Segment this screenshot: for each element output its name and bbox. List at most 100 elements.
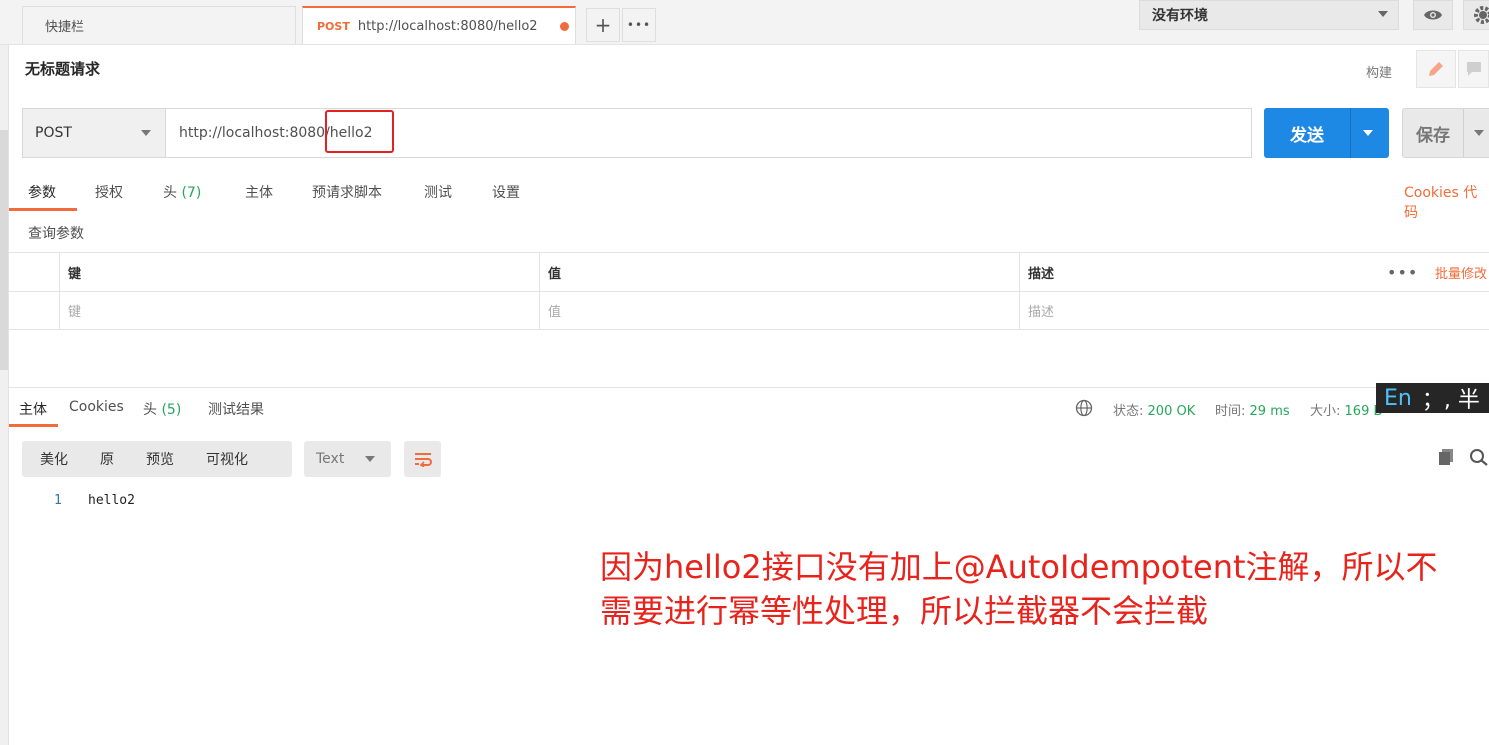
size-readout: 大小: 169 B [1310, 400, 1382, 419]
plus-icon: + [594, 13, 612, 37]
build-mode-label[interactable]: 构建 [1366, 62, 1392, 81]
time-readout: 时间: 29 ms [1215, 400, 1290, 419]
bulk-edit-link[interactable]: 批量修改 [1435, 253, 1487, 291]
headers-count: (7) [181, 185, 202, 201]
tab-url-label: http://localhost:8080/hello2 [357, 18, 538, 34]
tab-label: 测试结果 [208, 402, 264, 418]
cookies-code-link[interactable]: Cookies 代码 [1404, 182, 1489, 222]
column-value-header: 值 [539, 253, 1019, 291]
method-select[interactable]: POST [22, 108, 166, 158]
method-label: POST [35, 125, 72, 141]
build-mode-button[interactable] [1416, 50, 1456, 88]
wrap-icon [414, 453, 432, 467]
save-button[interactable]: 保存 [1402, 108, 1489, 158]
response-tab-headers[interactable]: 头 (5) [143, 399, 181, 419]
status-readout: 状态: 200 OK [1113, 400, 1195, 419]
table-header-row: 键 值 描述 ••• 批量修改 [9, 253, 1489, 292]
value-input[interactable]: 值 [539, 291, 1019, 329]
tab-label: 主体 [19, 402, 47, 418]
tab-quick-bar[interactable]: 快捷栏 [22, 6, 296, 44]
comments-button[interactable] [1458, 50, 1489, 88]
response-body-line: hello2 [88, 493, 135, 508]
eye-icon [1424, 10, 1442, 20]
environment-quick-look-button[interactable] [1413, 0, 1453, 30]
chevron-down-icon [365, 456, 375, 462]
view-mode-group: 美化 原 预览 可视化 [22, 441, 292, 477]
send-button[interactable]: 发送 [1264, 108, 1389, 158]
table-row: 键 值 描述 [9, 291, 1489, 330]
annotation-line-1: 因为hello2接口没有加上@AutoIdempotent注解，所以不 [600, 548, 1438, 586]
query-params-table: 键 值 描述 ••• 批量修改 键 值 描述 [9, 252, 1489, 331]
tab-label: 预请求脚本 [312, 185, 382, 201]
send-label: 发送 [1290, 125, 1324, 146]
globe-icon[interactable] [1075, 399, 1093, 421]
tab-headers[interactable]: 头 (7) [163, 182, 201, 202]
chevron-down-icon [141, 130, 151, 136]
query-params-heading: 查询参数 [28, 226, 84, 242]
scrollbar-thumb[interactable] [0, 130, 8, 370]
column-description-header: 描述 [1019, 253, 1375, 291]
view-preview-button[interactable]: 预览 [128, 449, 192, 469]
view-pretty-button[interactable]: 美化 [22, 449, 86, 469]
wrap-lines-button[interactable] [404, 441, 441, 477]
tab-authorization[interactable]: 授权 [95, 182, 123, 202]
tab-label: 头 [143, 402, 157, 418]
new-tab-button[interactable]: + [586, 8, 620, 42]
response-tab-body[interactable]: 主体 [19, 399, 47, 419]
tab-tests[interactable]: 测试 [424, 182, 452, 202]
tab-label: 参数 [28, 185, 56, 201]
pencil-icon [1429, 62, 1443, 76]
environment-select[interactable]: 没有环境 [1139, 0, 1399, 30]
more-dots-icon[interactable]: ••• [1387, 253, 1418, 291]
comment-icon [1466, 62, 1481, 76]
tab-label: Cookies [69, 399, 124, 415]
ime-status-bar[interactable]: En ；, 半 [1376, 383, 1489, 413]
time-label: 时间: [1215, 404, 1246, 419]
tab-active-request[interactable]: POST http://localhost:8080/hello2 [302, 6, 576, 44]
ime-language-label: En [1384, 385, 1412, 411]
status-label: 状态: [1113, 404, 1144, 419]
response-tab-test-results[interactable]: 测试结果 [208, 399, 264, 419]
chevron-down-icon[interactable] [1363, 130, 1373, 136]
format-label: Text [316, 451, 345, 467]
tab-pre-request-script[interactable]: 预请求脚本 [312, 182, 382, 202]
tab-label: 头 [163, 185, 177, 201]
tab-label: 授权 [95, 185, 123, 201]
size-label: 大小: [1310, 404, 1341, 419]
chevron-down-icon [1378, 11, 1388, 17]
save-label: 保存 [1416, 125, 1450, 146]
chevron-down-icon[interactable] [1474, 130, 1484, 136]
ime-mode-label: ；, 半 [1421, 388, 1480, 413]
tab-label: 主体 [245, 185, 273, 201]
search-icon[interactable] [1469, 448, 1489, 470]
status-value: 200 OK [1147, 404, 1196, 419]
annotation-line-2: 需要进行幂等性处理，所以拦截器不会拦截 [600, 592, 1209, 630]
column-key-header: 键 [59, 253, 539, 291]
left-scrollbar[interactable] [0, 0, 9, 745]
tab-more-button[interactable]: ••• [622, 8, 656, 42]
annotation-text: 因为hello2接口没有加上@AutoIdempotent注解，所以不 需要进行… [600, 545, 1480, 633]
key-input[interactable]: 键 [59, 291, 539, 329]
active-tab-indicator [9, 424, 58, 427]
tab-params[interactable]: 参数 [28, 182, 56, 202]
view-raw-button[interactable]: 原 [86, 449, 128, 469]
response-tab-cookies[interactable]: Cookies [69, 399, 124, 415]
copy-icon[interactable] [1437, 448, 1455, 470]
active-tab-indicator [9, 208, 77, 211]
settings-button[interactable] [1463, 0, 1489, 30]
tab-label: 测试 [424, 185, 452, 201]
time-value: 29 ms [1249, 404, 1290, 419]
view-visualize-button[interactable]: 可视化 [192, 449, 262, 469]
line-number: 1 [54, 493, 62, 508]
divider [1350, 108, 1351, 158]
format-select[interactable]: Text [304, 441, 391, 477]
description-input[interactable]: 描述 [1019, 291, 1489, 329]
highlight-box [325, 110, 394, 153]
tab-settings[interactable]: 设置 [492, 182, 520, 202]
unsaved-dot-icon [560, 22, 569, 31]
gear-icon [1474, 6, 1489, 24]
response-divider [9, 387, 1489, 388]
tab-body[interactable]: 主体 [245, 182, 273, 202]
tab-label: 设置 [492, 185, 520, 201]
request-title[interactable]: 无标题请求 [25, 58, 100, 79]
